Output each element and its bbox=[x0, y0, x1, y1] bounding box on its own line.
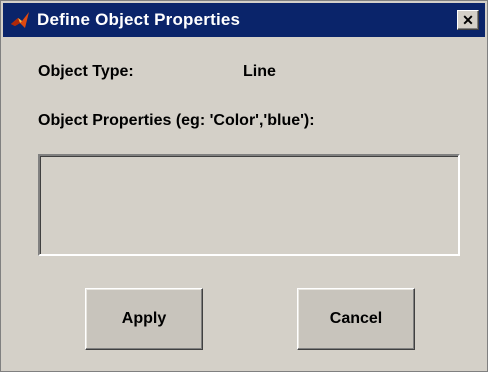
close-icon: ✕ bbox=[462, 12, 474, 28]
matlab-icon bbox=[11, 12, 29, 28]
object-properties-label: Object Properties (eg: 'Color','blue'): bbox=[38, 112, 315, 129]
object-type-label: Object Type: bbox=[38, 63, 134, 80]
title-bar[interactable]: Define Object Properties ✕ bbox=[3, 3, 485, 37]
cancel-button[interactable]: Cancel bbox=[297, 288, 415, 350]
dialog-window: Define Object Properties ✕ Object Type: … bbox=[0, 0, 488, 372]
apply-button[interactable]: Apply bbox=[85, 288, 203, 350]
window-title: Define Object Properties bbox=[37, 10, 241, 29]
close-button[interactable]: ✕ bbox=[457, 10, 479, 30]
object-type-value: Line bbox=[243, 63, 276, 80]
object-properties-input[interactable] bbox=[38, 154, 460, 256]
